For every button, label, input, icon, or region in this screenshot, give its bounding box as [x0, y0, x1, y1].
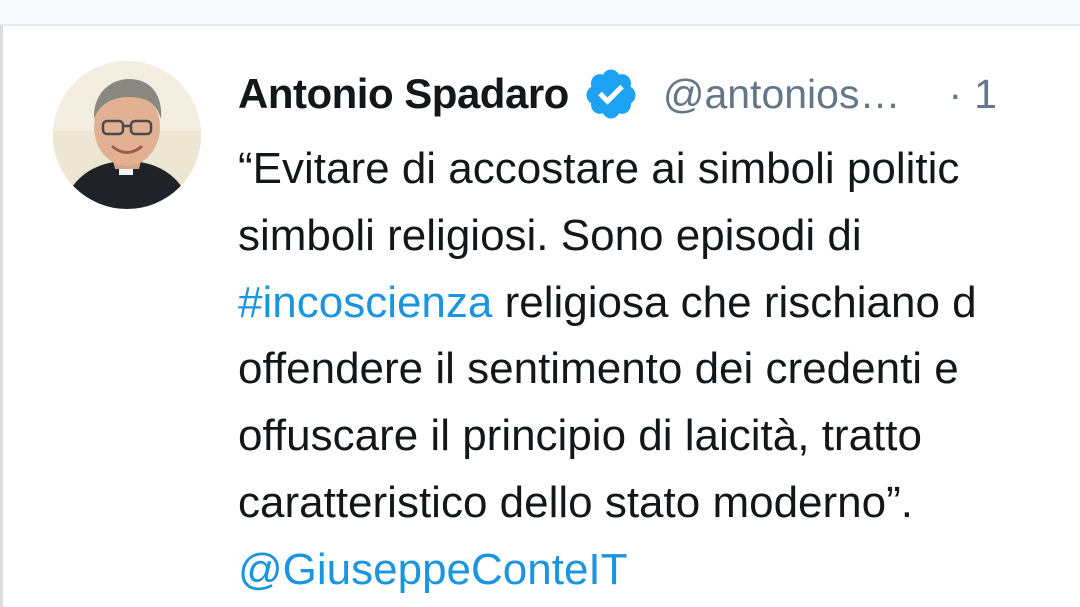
- timeline-left-border: [0, 26, 3, 607]
- tweet-body: “Evitare di accostare ai simboli politic…: [238, 136, 1080, 604]
- tweet-text-line: caratteristico dello stato moderno”.: [238, 470, 1080, 537]
- author-handle[interactable]: @antonios…: [663, 71, 901, 118]
- verified-badge-icon: [583, 66, 639, 122]
- header-separator: ·: [948, 70, 963, 117]
- tweet-text: simboli religiosi. Sono episodi di: [238, 210, 862, 260]
- tweet-text-line: offendere il sentimento dei credenti e: [238, 336, 1080, 403]
- tweet-text-line: simboli religiosi. Sono episodi di: [238, 203, 1080, 270]
- tweet-text: “Evitare di accostare ai simboli politic: [238, 144, 960, 193]
- tweet-header: Antonio Spadaro @antonios… · 1: [238, 64, 997, 124]
- tweet-text: offuscare il principio di laicità, tratt…: [238, 411, 922, 461]
- tweet-text-line: “Evitare di accostare ai simboli politic: [238, 136, 1080, 203]
- tweet-text-line: offuscare il principio di laicità, tratt…: [238, 403, 1080, 470]
- tweet-text-line: #incoscienza religiosa che rischiano d: [238, 270, 1080, 337]
- hashtag-link[interactable]: #incoscienza: [238, 278, 492, 327]
- tweet-text: caratteristico dello stato moderno”.: [238, 477, 913, 527]
- previous-tweet-divider: [0, 0, 1080, 26]
- author-avatar[interactable]: [53, 61, 201, 209]
- tweet-screenshot: Antonio Spadaro @antonios… · 1 “Evitare …: [0, 0, 1080, 607]
- tweet-text: religiosa che rischiano d: [492, 277, 977, 327]
- tweet-timestamp[interactable]: 1: [974, 71, 997, 118]
- avatar-photo: [53, 61, 201, 209]
- tweet-text: offendere il sentimento dei credenti e: [238, 344, 959, 394]
- author-name[interactable]: Antonio Spadaro: [238, 70, 569, 118]
- mention-link[interactable]: @GiuseppeConteIT: [238, 545, 628, 594]
- tweet-text-line: @GiuseppeConteIT: [238, 537, 1080, 604]
